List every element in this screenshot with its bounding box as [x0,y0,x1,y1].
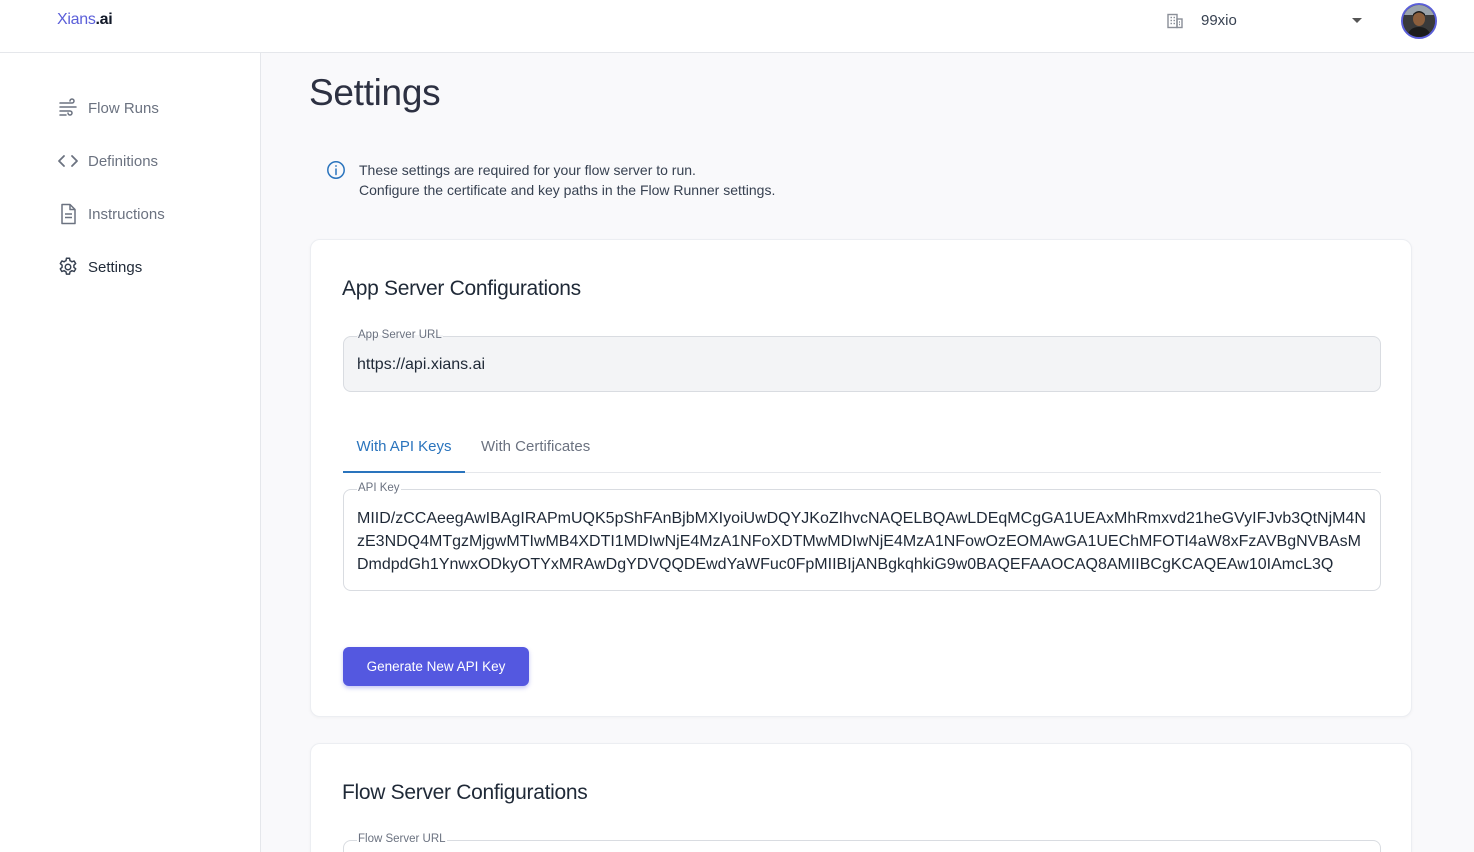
top-bar: Xians.ai 99xio [0,0,1474,53]
sidebar: Flow Runs Definitions Instructions Setti… [0,53,261,852]
avatar[interactable] [1401,3,1437,39]
sidebar-item-instructions[interactable]: Instructions [57,201,247,227]
sidebar-item-label: Definitions [88,152,159,170]
sidebar-item-flow-runs[interactable]: Flow Runs [57,95,247,121]
card-title: Flow Server Configurations [342,781,588,804]
field-label: App Server URL [357,328,443,342]
logo-brand: Xians [57,11,96,28]
info-icon [326,160,346,185]
org-selector[interactable]: 99xio [1166,10,1362,32]
tab-certificates[interactable]: With Certificates [481,430,590,472]
info-text-line2: Configure the certificate and key paths … [359,182,776,198]
app-server-card: App Server Configurations App Server URL… [310,239,1412,717]
building-icon [1166,12,1184,35]
field-label: Flow Server URL [357,832,447,846]
api-key-field[interactable]: API Key MIID/zCCAeegAwIBAgIRAPmUQK5pShFA… [343,481,1381,591]
sidebar-item-label: Settings [88,258,143,276]
flow-server-url-field[interactable]: Flow Server URL [343,832,1381,852]
sidebar-item-definitions[interactable]: Definitions [57,148,247,174]
info-text-line1: These settings are required for your flo… [359,162,696,178]
org-name: 99xio [1201,12,1237,29]
gear-icon [57,256,79,278]
api-key-value: MIID/zCCAeegAwIBAgIRAPmUQK5pShFAnBjbMXIy… [357,510,1366,573]
card-title: App Server Configurations [342,277,581,300]
flow-runs-icon [57,97,79,119]
sidebar-item-settings[interactable]: Settings [57,254,247,280]
flow-server-card: Flow Server Configurations Flow Server U… [310,743,1412,852]
chevron-down-icon [1352,18,1362,23]
page-title: Settings [309,72,441,113]
code-icon [57,150,79,172]
document-icon [57,203,79,225]
sidebar-item-label: Instructions [88,205,165,223]
field-label: API Key [357,481,401,495]
logo-tld: .ai [95,11,113,28]
app-server-url-field[interactable]: App Server URL https://api.xians.ai [343,328,1381,392]
generate-api-key-button[interactable]: Generate New API Key [343,647,529,686]
field-value: https://api.xians.ai [357,356,486,373]
sidebar-item-label: Flow Runs [88,99,159,117]
logo[interactable]: Xians.ai [57,11,113,29]
tab-api-keys[interactable]: With API Keys [343,430,465,473]
auth-tabs: With API Keys With Certificates [343,430,1381,473]
